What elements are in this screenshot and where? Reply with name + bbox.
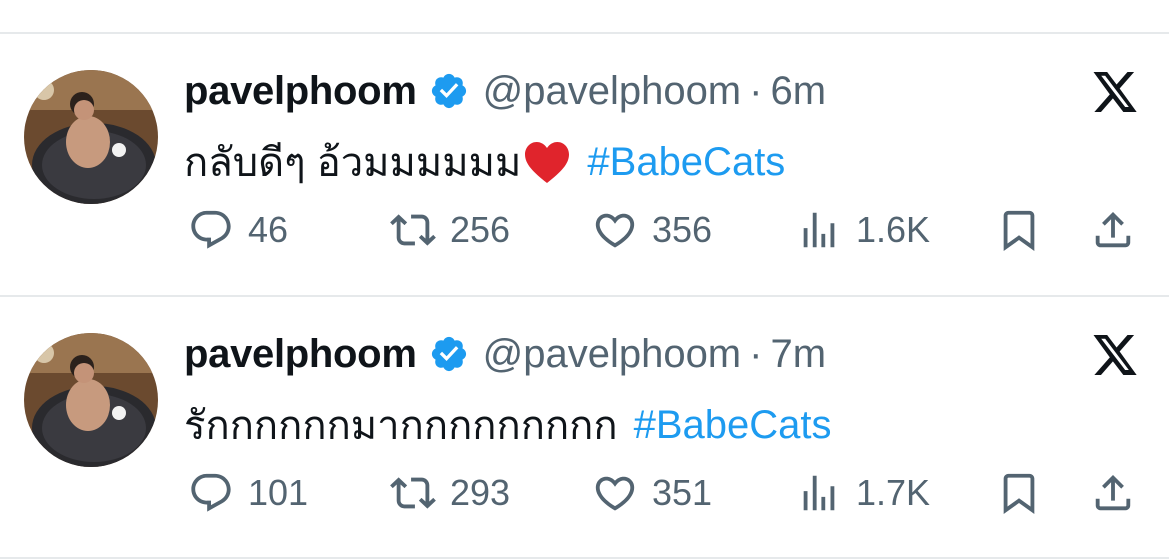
reply-count: 46 bbox=[248, 209, 289, 250]
timestamp[interactable]: 7m bbox=[770, 332, 826, 377]
repost-button[interactable]: 293 bbox=[390, 465, 510, 521]
red-heart-emoji-icon bbox=[523, 140, 571, 184]
reply-button[interactable]: 101 bbox=[188, 465, 308, 521]
bookmark-icon bbox=[1003, 473, 1035, 514]
tweet-text-content: กลับดีๆ อ้วมมมมมม bbox=[184, 141, 522, 185]
handle[interactable]: @pavelphoom bbox=[483, 69, 742, 114]
repost-count: 256 bbox=[450, 209, 511, 250]
views-count: 1.7K bbox=[856, 472, 931, 513]
tweet-header: pavelphoom @pavelphoom · 7m bbox=[184, 329, 826, 379]
x-logo-icon[interactable] bbox=[1091, 72, 1139, 116]
display-name[interactable]: pavelphoom bbox=[184, 69, 417, 114]
tweet-text-content: รักกกกกกมากกกกกกกกก bbox=[184, 404, 618, 448]
avatar[interactable] bbox=[24, 70, 158, 204]
x-logo-icon[interactable] bbox=[1091, 335, 1139, 379]
divider-bottom bbox=[0, 557, 1169, 559]
like-icon bbox=[595, 476, 635, 511]
separator: · bbox=[749, 331, 763, 376]
tweet-text: กลับดีๆ อ้วมมมมมม #BabeCats bbox=[184, 130, 785, 194]
verified-badge-icon bbox=[429, 334, 469, 374]
views-button[interactable]: 1.6K bbox=[796, 202, 930, 258]
views-count: 1.6K bbox=[856, 209, 931, 250]
separator: · bbox=[749, 68, 763, 113]
repost-icon bbox=[390, 477, 436, 509]
bookmark-button[interactable] bbox=[996, 465, 1042, 521]
hashtag-link[interactable]: #BabeCats bbox=[587, 140, 785, 185]
tweet-header: pavelphoom @pavelphoom · 6m bbox=[184, 66, 826, 116]
tweet[interactable]: pavelphoom @pavelphoom · 6m กลับดีๆ อ้วม… bbox=[0, 34, 1169, 296]
action-bar: 101 293 351 1.7K bbox=[0, 465, 1169, 521]
like-button[interactable]: 351 bbox=[592, 465, 712, 521]
verified-badge-icon bbox=[429, 71, 469, 111]
reply-count: 101 bbox=[248, 472, 309, 513]
display-name[interactable]: pavelphoom bbox=[184, 332, 417, 377]
timestamp[interactable]: 6m bbox=[770, 69, 826, 114]
reply-button[interactable]: 46 bbox=[188, 202, 288, 258]
reply-icon bbox=[191, 210, 231, 249]
share-icon bbox=[1095, 474, 1131, 511]
action-bar: 46 256 356 1.6K bbox=[0, 202, 1169, 258]
bookmark-icon bbox=[1003, 210, 1035, 251]
like-icon bbox=[595, 213, 635, 248]
views-icon bbox=[803, 475, 835, 511]
views-button[interactable]: 1.7K bbox=[796, 465, 930, 521]
like-count: 356 bbox=[652, 209, 713, 250]
reply-icon bbox=[191, 473, 231, 512]
like-count: 351 bbox=[652, 472, 713, 513]
views-icon bbox=[803, 212, 835, 248]
share-button[interactable] bbox=[1090, 202, 1136, 258]
tweet-text: รักกกกกกมากกกกกกกกก #BabeCats bbox=[184, 393, 832, 457]
repost-count: 293 bbox=[450, 472, 511, 513]
repost-icon bbox=[390, 214, 436, 246]
avatar-photo bbox=[24, 70, 158, 204]
avatar[interactable] bbox=[24, 333, 158, 467]
avatar-photo bbox=[24, 333, 158, 467]
share-icon bbox=[1095, 211, 1131, 248]
tweet[interactable]: pavelphoom @pavelphoom · 7m รักกกกกกมากก… bbox=[0, 297, 1169, 559]
repost-button[interactable]: 256 bbox=[390, 202, 510, 258]
share-button[interactable] bbox=[1090, 465, 1136, 521]
like-button[interactable]: 356 bbox=[592, 202, 712, 258]
hashtag-link[interactable]: #BabeCats bbox=[634, 403, 832, 448]
handle[interactable]: @pavelphoom bbox=[483, 332, 742, 377]
bookmark-button[interactable] bbox=[996, 202, 1042, 258]
